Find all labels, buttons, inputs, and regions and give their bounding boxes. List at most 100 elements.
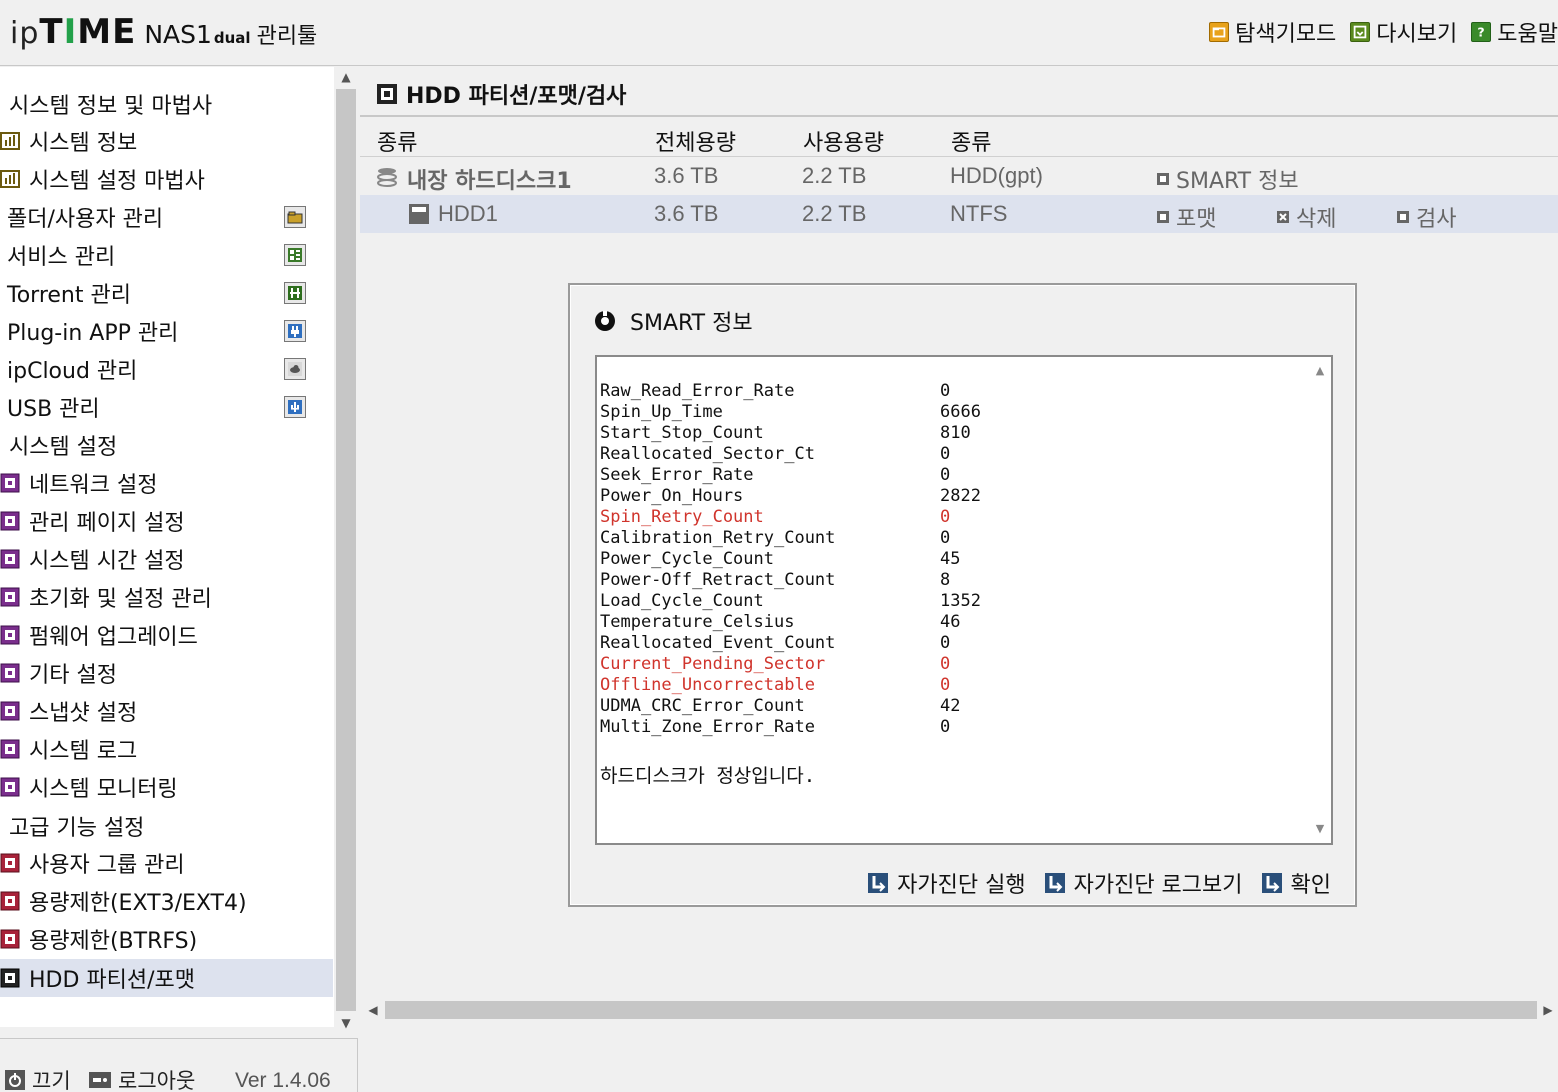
gear-icon [0, 663, 20, 683]
ok-label: 확인 [1290, 873, 1331, 898]
sidebar-item-quota-ext[interactable]: 용량제한(EXT3/EXT4) [0, 882, 333, 920]
scroll-down-arrow-icon[interactable]: ▼ [1309, 819, 1331, 839]
sidebar-item-reset[interactable]: 초기화 및 설정 관리 [0, 578, 333, 616]
sidebar-item-label: Torrent 관리 [7, 283, 131, 308]
scroll-right-arrow-icon[interactable]: ▶ [1538, 998, 1558, 1022]
gear-icon [0, 891, 20, 911]
sidebar-section-advanced: 고급 기능 설정 [0, 807, 333, 845]
format-link[interactable]: 포맷 [1156, 201, 1216, 233]
smart-info-link[interactable]: SMART 정보 [1156, 163, 1299, 195]
sidebar-item-label: 네트워크 설정 [29, 473, 158, 498]
sidebar-item-label: 펌웨어 업그레이드 [29, 625, 198, 650]
corner-arrow-icon [868, 873, 889, 893]
sidebar-item-label: 용량제한(EXT3/EXT4) [29, 891, 247, 916]
cloud-icon [284, 358, 306, 380]
refresh-button[interactable]: 다시보기 [1350, 16, 1457, 48]
sidebar-item-hdd-partition[interactable]: HDD 파티션/포맷 [0, 959, 333, 997]
smart-attribute-name: Power-Off_Retract_Count [600, 570, 836, 590]
partition-total: 3.6 TB [654, 201, 719, 226]
sidebar-item-admin-page[interactable]: 관리 페이지 설정 [0, 502, 333, 540]
sidebar-item-quota-btrfs[interactable]: 용량제한(BTRFS) [0, 920, 333, 958]
refresh-label: 다시보기 [1376, 22, 1458, 47]
table-row-partition[interactable]: HDD1 3.6 TB 2.2 TB NTFS 포맷 삭제 검사 [360, 195, 1558, 233]
sidebar-item-ipcloud[interactable]: ipCloud 관리 [0, 350, 333, 388]
logo-model: NAS1 [144, 20, 212, 49]
smart-attribute-name: Calibration_Retry_Count [600, 528, 836, 548]
folder-icon [1209, 22, 1230, 42]
sidebar-item-label: 관리 페이지 설정 [29, 511, 185, 536]
disk-stack-icon [377, 168, 397, 187]
sidebar-item-folder-user[interactable]: 폴더/사용자 관리 [0, 198, 333, 236]
selftest-run-button[interactable]: 자가진단 실행 [867, 867, 1026, 899]
explore-mode-label: 탐색기모드 [1235, 22, 1337, 47]
logo-dual: dual [213, 29, 251, 47]
smart-attribute-value: 0 [940, 444, 951, 464]
sidebar-item-service[interactable]: 서비스 관리 [0, 236, 333, 274]
dialog-buttons: 자가진단 실행 자가진단 로그보기 확인 [849, 867, 1331, 899]
smart-text-box[interactable]: Raw_Read_Error_Rate 0 Spin_Up_Time 6666 Star… [595, 355, 1333, 845]
scroll-up-arrow-icon[interactable]: ▲ [1309, 361, 1331, 381]
selftest-log-button[interactable]: 자가진단 로그보기 [1044, 867, 1243, 899]
help-button[interactable]: ? 도움말 [1471, 16, 1558, 48]
format-icon [1157, 211, 1169, 223]
main-horizontal-scrollbar[interactable]: ◀ ▶ [361, 998, 1558, 1022]
check-link[interactable]: 검사 [1396, 201, 1456, 233]
sidebar-item-syslog[interactable]: 시스템 로그 [0, 730, 333, 768]
explore-mode-button[interactable]: 탐색기모드 [1209, 16, 1336, 48]
service-grid-icon [284, 244, 306, 266]
smart-attribute-name: Current_Pending_Sector [600, 654, 826, 674]
disk-used: 2.2 TB [802, 163, 867, 188]
sidebar-item-label: 서비스 관리 [7, 245, 116, 270]
sidebar-item-user-group[interactable]: 사용자 그룹 관리 [0, 844, 333, 882]
table-row-disk[interactable]: 내장 하드디스크1 3.6 TB 2.2 TB HDD(gpt) SMART 정… [360, 157, 1558, 195]
sidebar-item-system-time[interactable]: 시스템 시간 설정 [0, 540, 333, 578]
sidebar-item-monitoring[interactable]: 시스템 모니터링 [0, 768, 333, 806]
bar-chart-icon [0, 170, 20, 188]
sidebar-item-system-info[interactable]: 시스템 정보 [0, 122, 333, 160]
smart-info-label: SMART 정보 [1176, 169, 1299, 194]
sidebar-item-plugin[interactable]: Plug-in APP 관리 [0, 312, 333, 350]
delete-link[interactable]: 삭제 [1276, 201, 1336, 233]
disk-name: 내장 하드디스크1 [407, 169, 572, 194]
power-off-label: 끄기 [32, 1069, 71, 1092]
gear-icon [0, 473, 20, 493]
horizontal-scroll-thumb[interactable] [385, 1001, 1537, 1019]
sidebar-item-snapshot[interactable]: 스냅샷 설정 [0, 692, 333, 730]
sidebar-item-label: 폴더/사용자 관리 [7, 207, 164, 232]
page-title-text: HDD 파티션/포맷/검사 [406, 84, 627, 109]
scroll-down-arrow-icon[interactable]: ▼ [334, 1013, 358, 1033]
sidebar-scrollbar[interactable]: ▲ ▼ [334, 67, 358, 1035]
sidebar-section-system-info: 시스템 정보 및 마법사 [0, 85, 333, 123]
sidebar-item-label: 사용자 그룹 관리 [29, 853, 185, 878]
ok-button[interactable]: 확인 [1261, 867, 1331, 899]
gear-icon [0, 511, 20, 531]
refresh-icon [1350, 22, 1371, 42]
sidebar-scroll-thumb[interactable] [336, 89, 356, 1011]
sidebar-item-network[interactable]: 네트워크 설정 [0, 464, 333, 502]
gear-icon [0, 929, 20, 949]
sidebar-item-setup-wizard[interactable]: 시스템 설정 마법사 [0, 160, 333, 198]
scroll-left-arrow-icon[interactable]: ◀ [363, 998, 383, 1022]
smart-attribute-name: Power_On_Hours [600, 486, 744, 506]
logo-time-me: ME [77, 12, 137, 52]
smart-attribute-name: Raw_Read_Error_Rate [600, 381, 795, 401]
logo-ip-text: ip [10, 16, 40, 51]
logo-tool-label: 관리툴 [256, 24, 318, 49]
partition-type: NTFS [950, 201, 1008, 226]
sidebar-item-torrent[interactable]: Torrent 관리 [0, 274, 333, 312]
table-header: 종류 전체용량 사용용량 종류 [360, 117, 1558, 157]
sidebar-item-etc[interactable]: 기타 설정 [0, 654, 333, 692]
scroll-up-arrow-icon[interactable]: ▲ [334, 67, 358, 87]
smart-attribute-name: Reallocated_Sector_Ct [600, 444, 815, 464]
section-label: 고급 기능 설정 [9, 816, 145, 841]
smart-box-scrollbar[interactable]: ▲ ▼ [1309, 357, 1331, 843]
smart-icon [1157, 173, 1169, 185]
sidebar-item-firmware[interactable]: 펌웨어 업그레이드 [0, 616, 333, 654]
delete-icon [1277, 211, 1289, 223]
sidebar-item-usb[interactable]: USB 관리 [0, 388, 333, 426]
power-off-button[interactable]: 끄기 [4, 1065, 71, 1092]
smart-attribute-value: 0 [940, 675, 951, 695]
logout-button[interactable]: 로그아웃 [88, 1065, 195, 1092]
column-header-total: 전체용량 [655, 131, 736, 156]
smart-attribute-name: Offline_Uncorrectable [600, 675, 815, 695]
